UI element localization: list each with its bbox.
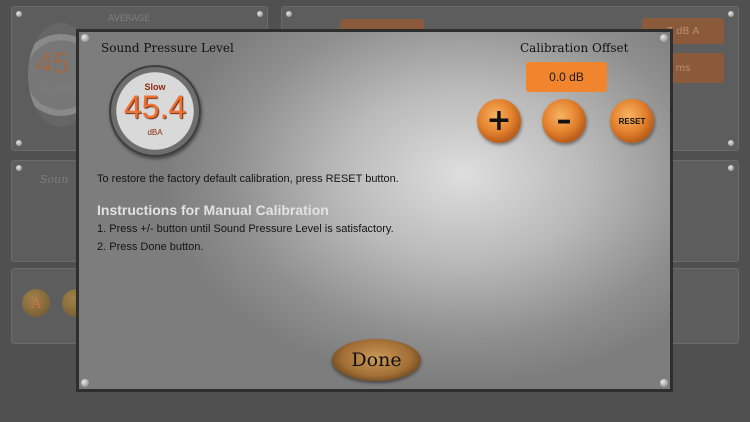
screw-icon — [660, 379, 668, 387]
bg-secondary-text: ms — [675, 62, 691, 74]
reset-button[interactable]: RESET — [610, 99, 654, 143]
bg-weighting-label: A Weig — [42, 83, 77, 94]
spl-gauge: Slow 45.4 dBA — [109, 65, 201, 157]
screw-icon — [257, 11, 263, 17]
done-button[interactable]: Done — [332, 339, 421, 381]
app-root: AVERAGE 45 A Weig 7 dB A ms Soun A Sound… — [0, 0, 750, 422]
instruction-step-2: 2. Press Done button. — [97, 241, 204, 253]
instructions-title: Instructions for Manual Calibration — [97, 202, 329, 218]
screw-icon — [286, 11, 292, 17]
minus-icon: – — [556, 103, 572, 138]
screw-icon — [16, 165, 22, 171]
bg-average-value: 45 — [36, 47, 70, 80]
bg-weight-a-button: A — [22, 289, 50, 317]
increase-offset-button[interactable]: + — [477, 99, 521, 143]
spl-heading: Sound Pressure Level — [101, 41, 234, 55]
gauge-value: 45.4 — [123, 89, 187, 125]
done-label: Done — [351, 349, 402, 371]
bg-average-label: AVERAGE — [108, 14, 150, 24]
calibration-dialog: Sound Pressure Level Calibration Offset … — [76, 29, 673, 392]
screw-icon — [16, 140, 22, 146]
screw-icon — [81, 34, 89, 42]
plus-icon: + — [486, 103, 512, 138]
screw-icon — [81, 379, 89, 387]
restore-instruction: To restore the factory default calibrati… — [97, 173, 399, 185]
reset-label: RESET — [618, 116, 646, 126]
decrease-offset-button[interactable]: – — [542, 99, 586, 143]
screw-icon — [16, 11, 22, 17]
offset-value-display: 0.0 dB — [526, 62, 607, 92]
screw-icon — [660, 34, 668, 42]
offset-heading: Calibration Offset — [520, 41, 629, 55]
instruction-step-1: 1. Press +/- button until Sound Pressure… — [97, 223, 394, 235]
screw-icon — [728, 165, 734, 171]
screw-icon — [728, 140, 734, 146]
bg-weight-a-text: A — [30, 294, 42, 312]
screw-icon — [728, 11, 734, 17]
offset-value: 0.0 dB — [549, 70, 584, 84]
bg-section-label: Soun — [40, 173, 69, 186]
gauge-unit: dBA — [147, 128, 163, 137]
